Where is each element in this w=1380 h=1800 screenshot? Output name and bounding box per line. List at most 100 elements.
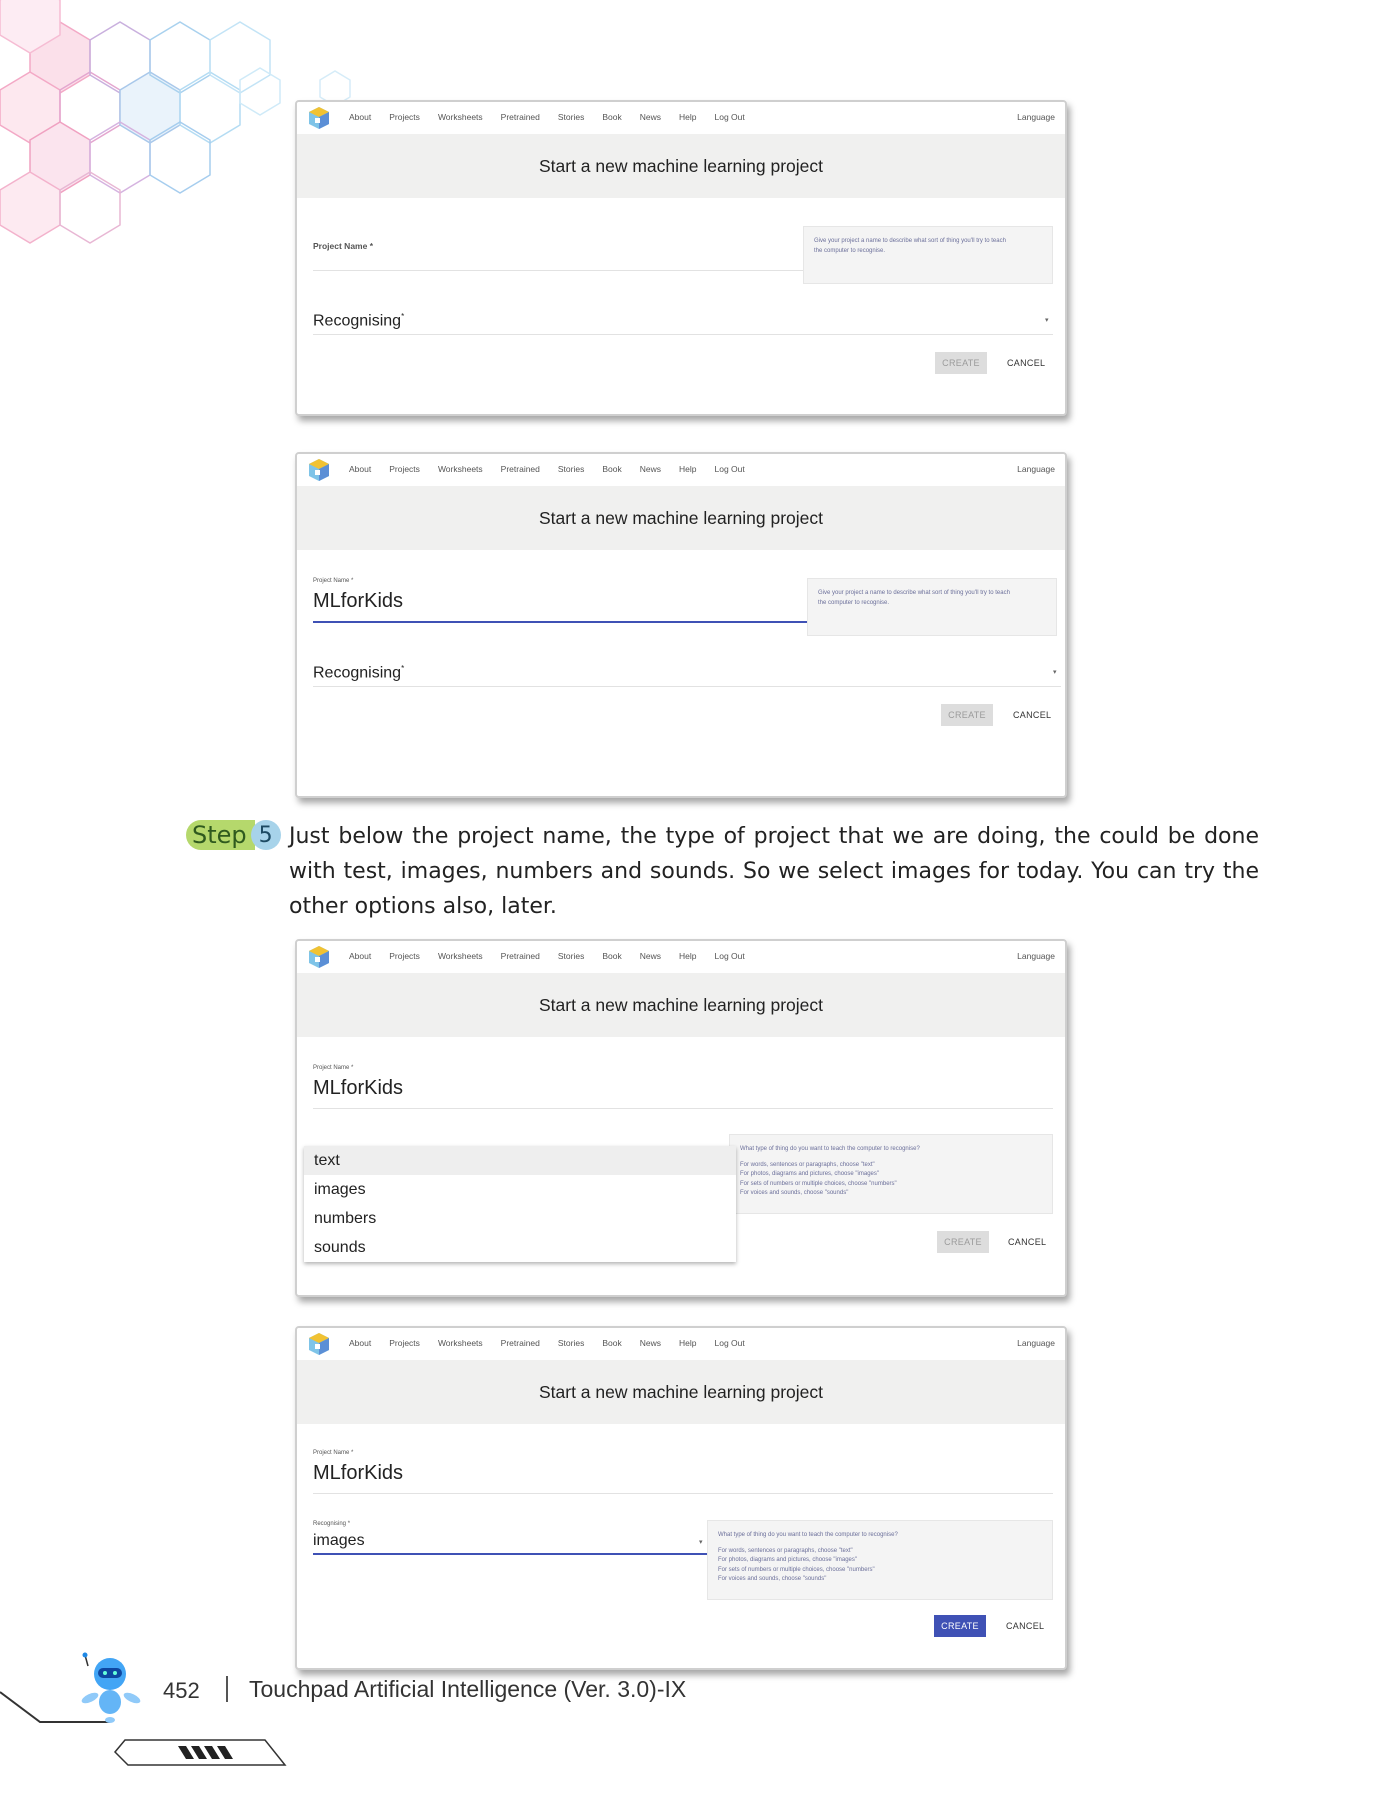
nav-worksheets[interactable]: Worksheets	[438, 951, 483, 961]
nav-book[interactable]: Book	[602, 1338, 621, 1348]
nav-pretrained[interactable]: Pretrained	[501, 464, 540, 474]
nav-about[interactable]: About	[349, 951, 371, 961]
cancel-button[interactable]: CANCEL	[1006, 1621, 1044, 1631]
project-name-label: Project Name *	[313, 1450, 354, 1456]
create-button[interactable]: CREATE	[937, 1231, 989, 1253]
type-select-label: Recognising *	[313, 1521, 351, 1527]
type-dropdown-menu: text images numbers sounds	[304, 1146, 736, 1262]
nav-worksheets[interactable]: Worksheets	[438, 464, 483, 474]
help-line: For sets of numbers or multiple choices,…	[718, 1566, 875, 1573]
type-select[interactable]: Recognising*	[313, 312, 404, 330]
chevron-down-icon[interactable]: ▾	[699, 1538, 703, 1546]
language-menu[interactable]: Language	[1017, 464, 1055, 474]
project-name-label: Project Name *	[313, 1065, 354, 1071]
project-name-input[interactable]	[313, 1493, 1053, 1494]
dropdown-option-images[interactable]: images	[304, 1175, 736, 1204]
nav-help[interactable]: Help	[679, 951, 696, 961]
chevron-down-icon[interactable]: ▾	[1045, 316, 1049, 324]
nav-projects[interactable]: Projects	[389, 1338, 420, 1348]
top-nav: About Projects Worksheets Pretrained Sto…	[297, 941, 1065, 973]
footer-divider	[226, 1676, 228, 1702]
nav-help[interactable]: Help	[679, 1338, 696, 1348]
help-box: What type of thing do you want to teach …	[729, 1134, 1053, 1214]
project-name-input[interactable]	[313, 1108, 1053, 1109]
nav-logout[interactable]: Log Out	[714, 112, 744, 122]
cancel-button[interactable]: CANCEL	[1013, 710, 1051, 720]
nav-stories[interactable]: Stories	[558, 951, 584, 961]
ml-logo-icon	[309, 1333, 329, 1355]
book-title: Touchpad Artificial Intelligence (Ver. 3…	[249, 1676, 687, 1702]
robot-mascot-icon	[81, 1652, 141, 1723]
type-select-value[interactable]: images	[313, 1532, 365, 1550]
type-select-label: Recognising	[313, 664, 402, 682]
page-heading: Start a new machine learning project	[297, 486, 1065, 550]
nav-news[interactable]: News	[640, 464, 661, 474]
nav-logout[interactable]: Log Out	[714, 1338, 744, 1348]
create-button[interactable]: CREATE	[941, 704, 993, 726]
nav-stories[interactable]: Stories	[558, 464, 584, 474]
nav-about[interactable]: About	[349, 112, 371, 122]
nav-pretrained[interactable]: Pretrained	[501, 112, 540, 122]
help-line: For voices and sounds, choose "sounds"	[740, 1190, 849, 1196]
ml-logo-icon	[309, 459, 329, 481]
nav-projects[interactable]: Projects	[389, 951, 420, 961]
cancel-button[interactable]: CANCEL	[1007, 358, 1045, 368]
chevron-down-icon[interactable]: ▾	[1053, 668, 1057, 676]
project-name-input[interactable]	[313, 621, 807, 623]
screenshot-new-project-empty: About Projects Worksheets Pretrained Sto…	[295, 100, 1067, 416]
cancel-button[interactable]: CANCEL	[1008, 1237, 1046, 1247]
help-line: the computer to recognise.	[818, 599, 890, 606]
page-heading: Start a new machine learning project	[297, 134, 1065, 198]
type-select-underline	[313, 686, 1061, 687]
project-name-input[interactable]	[313, 270, 803, 271]
nav-projects[interactable]: Projects	[389, 464, 420, 474]
nav-worksheets[interactable]: Worksheets	[438, 1338, 483, 1348]
top-nav: About Projects Worksheets Pretrained Sto…	[297, 454, 1065, 486]
nav-pretrained[interactable]: Pretrained	[501, 1338, 540, 1348]
nav-news[interactable]: News	[640, 951, 661, 961]
nav-projects[interactable]: Projects	[389, 112, 420, 122]
page-heading: Start a new machine learning project	[297, 1360, 1065, 1424]
dropdown-option-numbers[interactable]: numbers	[304, 1204, 736, 1233]
language-menu[interactable]: Language	[1017, 112, 1055, 122]
help-line: For voices and sounds, choose "sounds"	[718, 1576, 827, 1582]
dropdown-option-sounds[interactable]: sounds	[304, 1233, 736, 1262]
nav-pretrained[interactable]: Pretrained	[501, 951, 540, 961]
nav-logout[interactable]: Log Out	[714, 464, 744, 474]
create-button[interactable]: CREATE	[934, 1615, 986, 1637]
nav-book[interactable]: Book	[602, 464, 621, 474]
nav-book[interactable]: Book	[602, 951, 621, 961]
language-menu[interactable]: Language	[1017, 951, 1055, 961]
nav-news[interactable]: News	[640, 1338, 661, 1348]
type-select[interactable]: Recognising*	[313, 664, 404, 682]
nav-worksheets[interactable]: Worksheets	[438, 112, 483, 122]
project-name-value[interactable]: MLforKids	[313, 590, 403, 613]
nav-help[interactable]: Help	[679, 112, 696, 122]
project-name-value[interactable]: MLforKids	[313, 1462, 403, 1485]
type-select-underline	[313, 1553, 707, 1555]
step-label: Step	[186, 820, 255, 850]
help-box: Give your project a name to describe wha…	[803, 226, 1053, 284]
nav-about[interactable]: About	[349, 1338, 371, 1348]
help-line: For photos, diagrams and pictures, choos…	[718, 1557, 857, 1563]
help-line: For words, sentences or paragraphs, choo…	[740, 1161, 875, 1168]
nav-about[interactable]: About	[349, 464, 371, 474]
dropdown-option-text[interactable]: text	[304, 1146, 736, 1175]
nav-news[interactable]: News	[640, 112, 661, 122]
step-badge: Step 5	[186, 820, 281, 850]
help-line: Give your project a name to describe wha…	[818, 590, 1010, 596]
nav-stories[interactable]: Stories	[558, 112, 584, 122]
step-number: 5	[250, 820, 281, 850]
footer-decoration	[0, 1652, 287, 1766]
nav-help[interactable]: Help	[679, 464, 696, 474]
nav-stories[interactable]: Stories	[558, 1338, 584, 1348]
screenshot-project-name-typed: About Projects Worksheets Pretrained Sto…	[295, 452, 1067, 798]
project-name-value[interactable]: MLforKids	[313, 1077, 403, 1100]
top-nav: About Projects Worksheets Pretrained Sto…	[297, 102, 1065, 134]
nav-logout[interactable]: Log Out	[714, 951, 744, 961]
page-number: 452	[163, 1678, 200, 1703]
language-menu[interactable]: Language	[1017, 1338, 1055, 1348]
create-button[interactable]: CREATE	[935, 352, 987, 374]
nav-book[interactable]: Book	[602, 112, 621, 122]
help-line: Give your project a name to describe wha…	[814, 238, 1006, 244]
